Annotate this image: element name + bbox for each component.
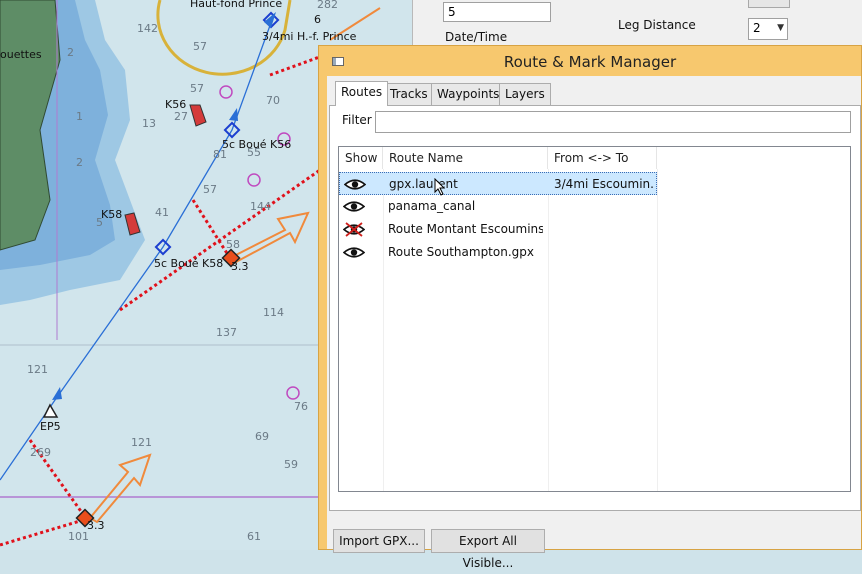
tab-tracks[interactable]: Tracks <box>384 83 434 105</box>
svg-text:6: 6 <box>314 13 321 26</box>
svg-text:58: 58 <box>226 238 240 251</box>
route-list[interactable]: Show Route Name From <-> To gpx.laurent … <box>338 146 851 492</box>
leg-distance-value: 2 <box>753 21 761 35</box>
svg-text:EP5: EP5 <box>40 420 61 433</box>
eye-crossed-icon[interactable] <box>343 222 365 237</box>
svg-text:144: 144 <box>250 200 271 213</box>
eye-icon[interactable] <box>343 245 365 260</box>
route-from-to: 3/4mi Escoumin... <box>554 177 654 191</box>
svg-text:101: 101 <box>68 530 89 543</box>
svg-text:3.3: 3.3 <box>231 260 249 273</box>
svg-text:269: 269 <box>30 446 51 459</box>
column-header-route-name[interactable]: Route Name <box>383 147 548 169</box>
datetime-label: Date/Time <box>445 30 508 44</box>
svg-text:Haut-fond Prince: Haut-fond Prince <box>190 0 282 10</box>
routes-tab-panel: Filter Show Route Name From <-> To gpx.l… <box>329 105 861 511</box>
tab-layers[interactable]: Layers <box>499 83 551 105</box>
svg-text:282: 282 <box>317 0 338 11</box>
route-name: gpx.laurent <box>389 177 458 191</box>
svg-text:ouettes: ouettes <box>0 48 42 61</box>
svg-text:2: 2 <box>67 46 74 59</box>
eye-icon[interactable] <box>344 177 366 192</box>
chevron-down-icon: ▼ <box>777 23 784 33</box>
leg-distance-select[interactable]: 2 ▼ <box>748 18 788 40</box>
svg-text:76: 76 <box>294 400 308 413</box>
svg-text:137: 137 <box>216 326 237 339</box>
filter-label: Filter <box>342 113 372 127</box>
svg-text:2: 2 <box>76 156 83 169</box>
svg-text:27: 27 <box>174 110 188 123</box>
export-all-visible-button[interactable]: Export All Visible... <box>431 529 545 570</box>
filter-input[interactable] <box>375 111 851 133</box>
svg-text:61: 61 <box>247 530 261 543</box>
svg-text:121: 121 <box>131 436 152 449</box>
dialog-title: Route & Mark Manager <box>503 53 677 71</box>
import-gpx-button[interactable]: Import GPX... <box>333 529 425 553</box>
svg-text:59: 59 <box>284 458 298 471</box>
route-mark-manager-dialog: Route & Mark Manager Routes Tracks Waypo… <box>318 45 862 570</box>
column-header-from-to[interactable]: From <-> To <box>548 147 657 169</box>
route-row[interactable]: Route Southampton.gpx <box>339 241 657 264</box>
route-name: panama_canal <box>388 199 476 213</box>
svg-text:3/4mi H.-f. Prince: 3/4mi H.-f. Prince <box>262 30 357 43</box>
svg-text:5c Boué K56: 5c Boué K56 <box>222 138 291 151</box>
svg-text:3.3: 3.3 <box>87 519 105 532</box>
column-header-show[interactable]: Show <box>339 147 383 169</box>
svg-text:121: 121 <box>27 363 48 376</box>
tab-routes[interactable]: Routes <box>335 81 389 106</box>
svg-text:K56: K56 <box>165 98 186 111</box>
route-name: Route Montant Escoumins... <box>388 222 543 236</box>
svg-text:57: 57 <box>203 183 217 196</box>
route-row[interactable]: panama_canal <box>339 195 657 218</box>
svg-text:57: 57 <box>193 40 207 53</box>
eye-icon[interactable] <box>343 199 365 214</box>
panel-top-button[interactable] <box>748 0 790 8</box>
svg-text:57: 57 <box>190 82 204 95</box>
dialog-titlebar[interactable]: Route & Mark Manager <box>319 46 861 76</box>
svg-text:142: 142 <box>137 22 158 35</box>
svg-text:1: 1 <box>76 110 83 123</box>
route-name: Route Southampton.gpx <box>388 245 534 259</box>
route-row[interactable]: gpx.laurent 3/4mi Escoumin... <box>339 172 657 195</box>
leg-number-field[interactable]: 5 <box>443 2 551 22</box>
dialog-body: Routes Tracks Waypoints Layers Filter Sh… <box>327 76 861 570</box>
svg-text:5c Boué K58: 5c Boué K58 <box>154 257 223 270</box>
svg-text:69: 69 <box>255 430 269 443</box>
svg-text:13: 13 <box>142 117 156 130</box>
svg-text:K58: K58 <box>101 208 122 221</box>
svg-text:41: 41 <box>155 206 169 219</box>
mouse-cursor-icon <box>434 178 446 196</box>
leg-distance-label: Leg Distance <box>618 18 696 32</box>
svg-text:70: 70 <box>266 94 280 107</box>
tab-waypoints[interactable]: Waypoints <box>431 83 506 105</box>
svg-text:114: 114 <box>263 306 284 319</box>
route-row[interactable]: Route Montant Escoumins... <box>339 218 657 241</box>
